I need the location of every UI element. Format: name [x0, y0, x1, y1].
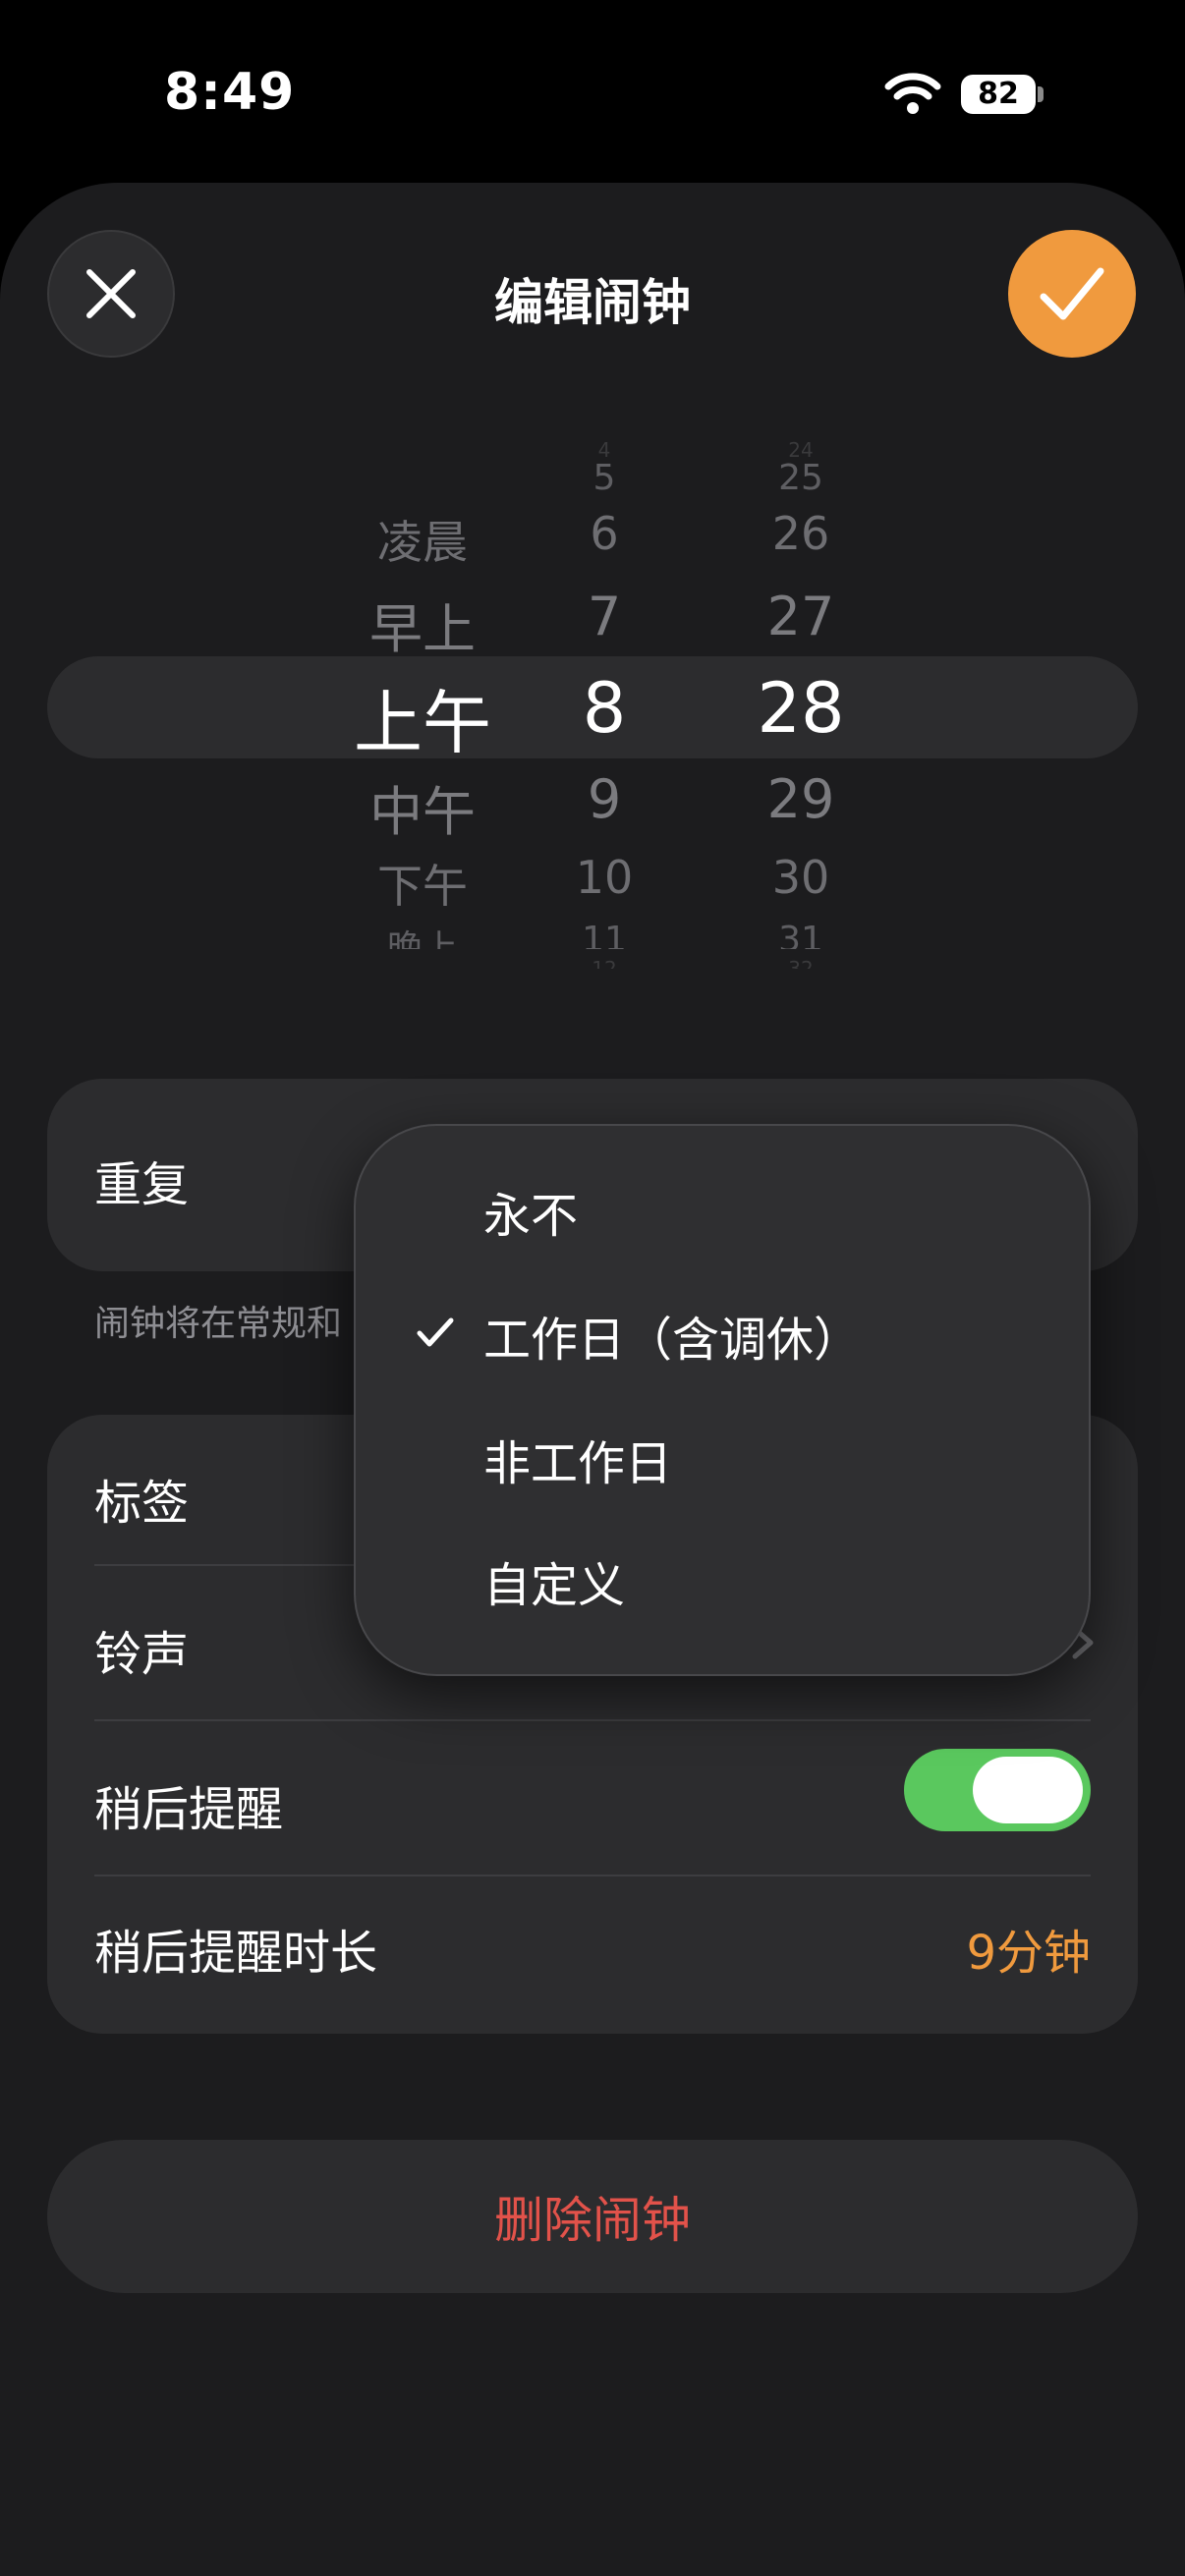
checkmark-icon [1040, 267, 1104, 320]
menu-item-label: 自定义 [483, 1558, 626, 1613]
picker-hour-item[interactable]: 6 [521, 507, 688, 560]
toggle-knob [973, 1757, 1083, 1823]
picker-minute-item[interactable]: 27 [707, 586, 894, 647]
picker-minute-item[interactable]: 32 [707, 957, 894, 969]
snooze-toggle[interactable] [904, 1749, 1091, 1831]
picker-period-item[interactable]: 早上 [324, 586, 521, 663]
picker-minute-item[interactable]: 26 [707, 507, 894, 560]
picker-hour-selected[interactable]: 8 [521, 668, 688, 749]
wifi-icon [884, 73, 941, 114]
picker-hour-item[interactable]: 12 [521, 957, 688, 969]
picker-period-item[interactable]: 凌晨 [324, 507, 521, 572]
label-row-label: 标签 [94, 1476, 190, 1531]
delete-alarm-label: 删除闹钟 [494, 2192, 691, 2249]
menu-item-never[interactable]: 永不 [356, 1144, 1089, 1261]
picker-hour-item[interactable]: 5 [521, 458, 688, 498]
picker-hour-item[interactable]: 10 [521, 851, 688, 904]
sound-row-label: 铃声 [94, 1627, 190, 1682]
picker-minute-item[interactable]: 31 [707, 920, 894, 949]
picker-minute-item[interactable]: 30 [707, 851, 894, 904]
page-title: 编辑闹钟 [494, 274, 691, 331]
confirm-button[interactable] [1008, 230, 1136, 358]
snooze-duration-value: 9分钟 [966, 1926, 1091, 1981]
picker-period-item[interactable]: 中午 [324, 768, 521, 846]
repeat-menu: 永不 工作日（含调休） 非工作日 自定义 [354, 1124, 1091, 1676]
battery-indicator: 82 [961, 75, 1036, 114]
picker-period-item[interactable]: 下午 [324, 851, 521, 916]
repeat-footnote: 闹钟将在常规和 [94, 1304, 343, 1344]
delete-alarm-button[interactable]: 删除闹钟 [47, 2140, 1138, 2293]
menu-item-label: 非工作日 [483, 1436, 673, 1491]
menu-item-label: 工作日（含调休） [483, 1313, 862, 1368]
status-time: 8:49 [164, 63, 296, 122]
picker-period-selected[interactable]: 上午 [324, 668, 521, 767]
menu-item-workdays[interactable]: 工作日（含调休） [356, 1267, 1089, 1385]
snooze-row: 稍后提醒 [47, 1721, 1138, 1875]
picker-minute-selected[interactable]: 28 [707, 668, 894, 749]
battery-cap [1038, 86, 1044, 102]
picker-hour-item[interactable]: 7 [521, 586, 688, 647]
menu-item-label: 永不 [483, 1189, 579, 1244]
picker-minute-item[interactable]: 25 [707, 458, 894, 498]
picker-hour-item[interactable]: 9 [521, 768, 688, 830]
snooze-duration-row[interactable]: 稍后提醒时长 9分钟 [47, 1876, 1138, 2034]
snooze-duration-label: 稍后提醒时长 [94, 1926, 378, 1981]
menu-item-non-workdays[interactable]: 非工作日 [356, 1391, 1089, 1509]
picker-minute-item[interactable]: 29 [707, 768, 894, 830]
snooze-row-label: 稍后提醒 [94, 1782, 284, 1837]
picker-hour-item[interactable]: 11 [521, 920, 688, 949]
menu-item-custom[interactable]: 自定义 [356, 1513, 1089, 1631]
repeat-label: 重复 [94, 1157, 190, 1212]
picker-period-item[interactable]: 晚上 [324, 920, 521, 949]
checkmark-icon [417, 1317, 454, 1347]
